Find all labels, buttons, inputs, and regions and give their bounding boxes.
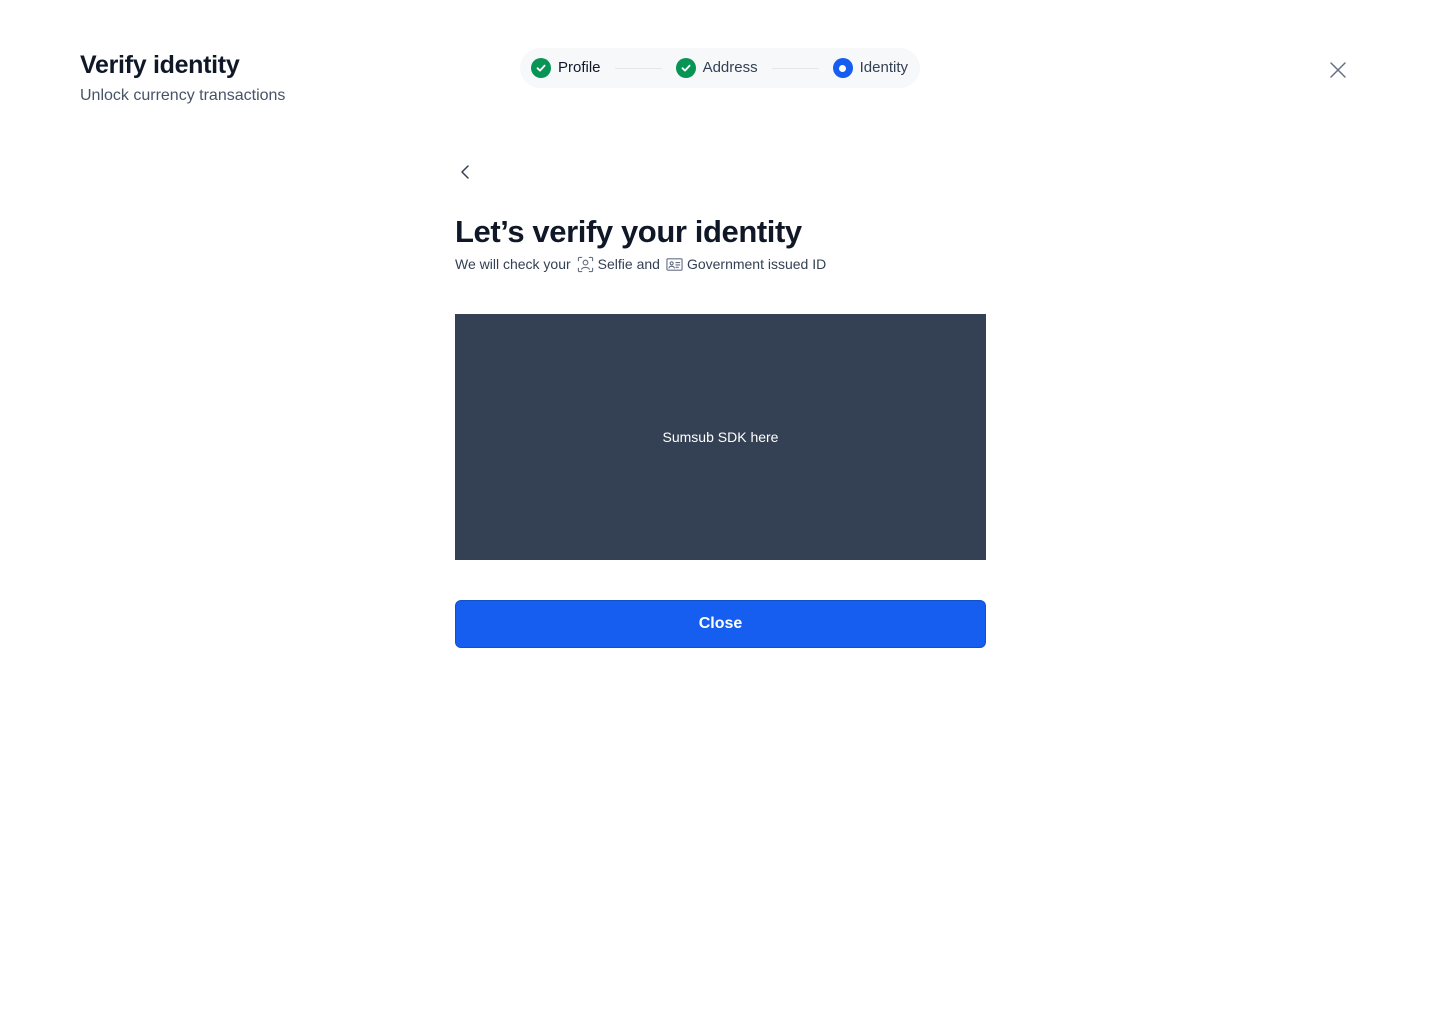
back-button[interactable] bbox=[454, 160, 478, 184]
id-card-icon bbox=[666, 255, 684, 273]
sdk-placeholder-text: Sumsub SDK here bbox=[662, 429, 779, 445]
check-icon bbox=[675, 58, 696, 78]
selfie-label: Selfie and bbox=[597, 256, 660, 272]
check-icon bbox=[531, 58, 551, 78]
desc-prefix: We will check your bbox=[455, 256, 571, 272]
page-header: Verify identity Unlock currency transact… bbox=[80, 50, 285, 106]
progress-stepper: Profile Address Identity bbox=[520, 48, 920, 88]
verification-description: We will check your Selfie and Government… bbox=[455, 255, 826, 273]
step-profile: Profile bbox=[531, 58, 601, 78]
verify-identity-page: Verify identity Unlock currency transact… bbox=[0, 0, 1440, 1024]
step-connector bbox=[771, 67, 819, 69]
page-title: Verify identity bbox=[80, 51, 240, 79]
step-identity: Identity bbox=[832, 58, 908, 78]
step-connector bbox=[614, 67, 662, 69]
step-label-address: Address bbox=[702, 59, 758, 76]
sumsub-sdk-container[interactable]: Sumsub SDK here bbox=[455, 314, 986, 560]
id-label: Government issued ID bbox=[686, 256, 827, 272]
step-label-profile: Profile bbox=[558, 59, 601, 76]
chevron-left-icon bbox=[461, 165, 469, 179]
current-step-icon bbox=[832, 58, 853, 78]
face-scan-icon bbox=[577, 255, 595, 273]
step-label-identity: Identity bbox=[859, 59, 908, 76]
close-button[interactable]: Close bbox=[455, 600, 986, 648]
page-subtitle: Unlock currency transactions bbox=[80, 87, 286, 104]
step-address: Address bbox=[675, 58, 758, 78]
close-icon[interactable] bbox=[1326, 58, 1350, 82]
main-title: Let’s verify your identity bbox=[455, 214, 802, 249]
